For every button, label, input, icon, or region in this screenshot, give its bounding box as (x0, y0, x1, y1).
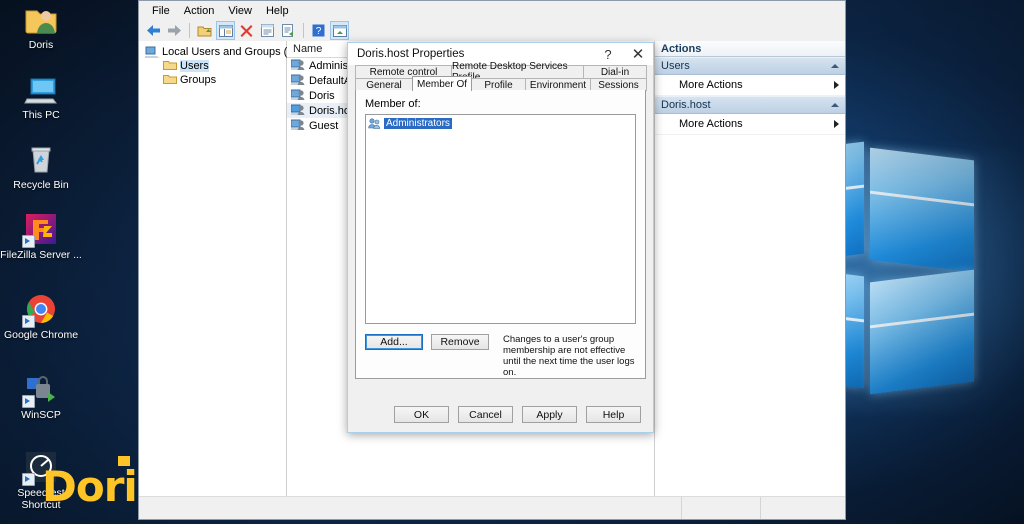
list-item[interactable]: Administrators (368, 117, 452, 129)
actions-group-users[interactable]: Users (655, 57, 845, 75)
shortcut-overlay-icon (22, 473, 35, 486)
help-button[interactable]: ? (593, 43, 623, 65)
forward-arrow-icon[interactable] (165, 21, 184, 40)
toolbar-separator (189, 23, 190, 38)
show-hide-tree-icon[interactable] (216, 21, 235, 40)
chevron-right-icon[interactable] (834, 81, 839, 89)
menu-action[interactable]: Action (177, 3, 222, 19)
help-button-footer[interactable]: Help (586, 406, 641, 423)
cancel-button[interactable]: Cancel (458, 406, 513, 423)
actions-pane-title: Actions (655, 41, 845, 57)
member-of-tab-panel: Member of: Administrators Add... Remove … (355, 90, 646, 379)
status-segment-2 (682, 497, 761, 519)
help-icon[interactable]: ? (309, 21, 328, 40)
user-folder-icon (24, 2, 58, 36)
status-bar (139, 496, 845, 519)
properties-dialog: Doris.host Properties ? ✕ Remote control… (347, 42, 654, 433)
properties-icon[interactable] (258, 21, 277, 40)
computer-node-icon (144, 46, 159, 59)
membership-hint-text: Changes to a user's group membership are… (503, 334, 635, 378)
member-of-label: Member of: (365, 98, 421, 110)
export-list-icon[interactable] (279, 21, 298, 40)
tree-node-label: Groups (180, 74, 217, 86)
list-item-label: Guest (309, 119, 339, 132)
desktop-icon-recycle-bin[interactable]: Recycle Bin (0, 142, 84, 191)
svg-text:?: ? (316, 26, 322, 37)
chevron-up-icon[interactable] (831, 64, 839, 68)
desktop-icon-doris[interactable]: Doris (0, 2, 84, 51)
shortcut-overlay-icon (22, 235, 35, 248)
recycle-bin-icon (24, 142, 58, 176)
column-header-label: Name (293, 43, 323, 55)
delete-icon[interactable] (237, 21, 256, 40)
close-icon[interactable]: ✕ (623, 43, 653, 65)
folder-icon (163, 74, 177, 87)
list-item-label: Doris (309, 89, 335, 102)
desktop-icon-label: Doris (28, 39, 54, 51)
desktop-icon-google-chrome[interactable]: Google Chrome (0, 292, 84, 341)
action-label: More Actions (679, 79, 743, 91)
desktop-icon-label: FileZilla Server ... (0, 249, 82, 261)
tool-bar: ? (139, 20, 845, 42)
desktop-icon-label: Google Chrome (3, 329, 79, 341)
tree-node-root[interactable]: Local Users and Groups (Local) (143, 45, 317, 59)
add-button[interactable]: Add... (365, 334, 423, 350)
filezilla-icon (22, 212, 58, 248)
member-action-buttons: Add... Remove Changes to a user's group … (365, 334, 636, 378)
actions-group-label: Users (661, 60, 690, 72)
tab-dial-in[interactable]: Dial-in (583, 65, 647, 78)
dialog-footer: OK Cancel Apply Help (348, 406, 653, 423)
computer-icon (24, 72, 58, 106)
actions-group-label: Doris.host (661, 99, 711, 111)
action-more-actions-users[interactable]: More Actions (655, 75, 845, 96)
tree-node-users[interactable]: Users (143, 59, 286, 73)
list-item-label: Administrators (384, 117, 452, 129)
remove-button[interactable]: Remove (431, 334, 489, 350)
action-label: More Actions (679, 118, 743, 130)
shortcut-overlay-icon (22, 395, 35, 408)
menu-file[interactable]: File (145, 3, 177, 19)
user-icon (290, 74, 305, 87)
tree-node-groups[interactable]: Groups (143, 73, 286, 87)
refresh-icon[interactable] (330, 21, 349, 40)
status-segment-3 (761, 497, 845, 519)
member-of-list[interactable]: Administrators (365, 114, 636, 324)
user-icon (290, 104, 305, 117)
folder-icon (163, 60, 177, 73)
menu-view[interactable]: View (221, 3, 259, 19)
console-tree-pane: Local Users and Groups (Local) Users Gro… (139, 41, 317, 497)
shortcut-overlay-icon (22, 315, 35, 328)
desktop-icon-label: Recycle Bin (13, 179, 69, 191)
desktop-icon-label: This PC (22, 109, 60, 121)
winscp-icon (22, 372, 58, 408)
user-icon (290, 89, 305, 102)
group-icon (368, 117, 381, 129)
user-icon (290, 119, 305, 132)
tab-row-1: Remote control Remote Desktop Services P… (355, 61, 647, 83)
toolbar-separator (303, 23, 304, 38)
apply-button[interactable]: Apply (522, 406, 577, 423)
back-arrow-icon[interactable] (144, 21, 163, 40)
status-segment-1 (139, 497, 682, 519)
dialog-tab-strip: Remote control Remote Desktop Services P… (348, 61, 653, 91)
desktop-icon-label: WinSCP (21, 409, 61, 421)
tab-member-of[interactable]: Member Of (412, 76, 472, 91)
chevron-right-icon[interactable] (834, 120, 839, 128)
tree-node-label: Users (180, 60, 209, 72)
ok-button[interactable]: OK (394, 406, 449, 423)
user-icon (290, 59, 305, 72)
action-more-actions-doris-host[interactable]: More Actions (655, 114, 845, 135)
menu-bar: File Action View Help (139, 1, 845, 20)
desktop-icon-this-pc[interactable]: This PC (0, 72, 84, 121)
up-folder-icon[interactable] (195, 21, 214, 40)
menu-help[interactable]: Help (259, 3, 296, 19)
chrome-icon (22, 292, 58, 328)
chevron-up-icon[interactable] (831, 103, 839, 107)
dialog-title: Doris.host Properties (357, 48, 465, 60)
desktop-icon-winscp[interactable]: WinSCP (0, 372, 84, 421)
actions-group-doris-host[interactable]: Doris.host (655, 96, 845, 114)
actions-pane: Actions Users More Actions Doris.host Mo… (655, 41, 845, 497)
desktop-icon-filezilla-server[interactable]: FileZilla Server ... (0, 212, 84, 261)
